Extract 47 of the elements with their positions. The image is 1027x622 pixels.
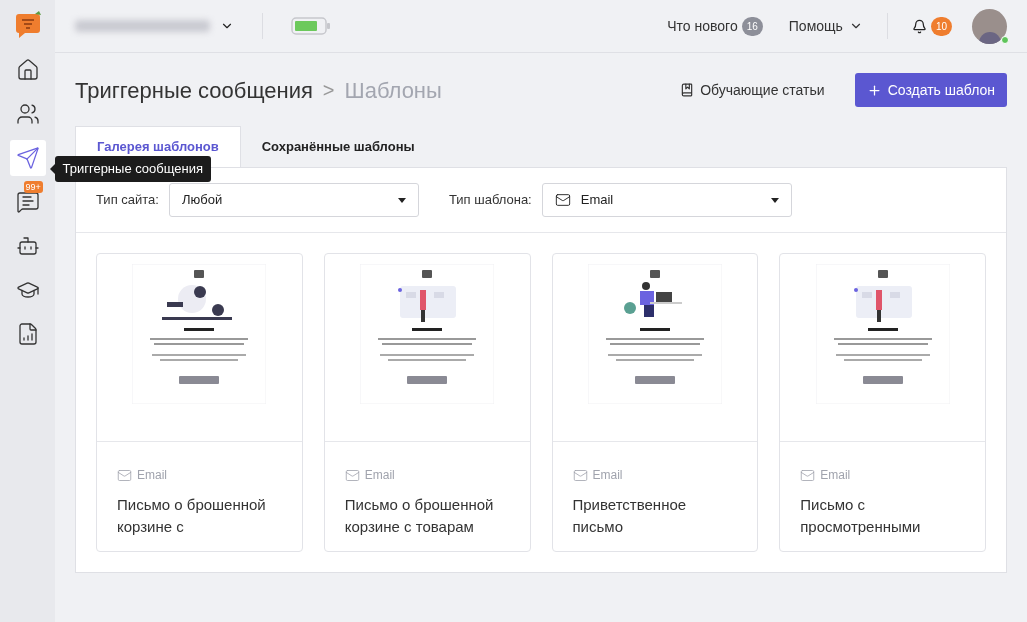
mail-icon xyxy=(800,467,816,483)
template-type: Email xyxy=(364,467,395,484)
mail-icon xyxy=(344,467,360,483)
template-card[interactable]: Email Приветственное письмо xyxy=(551,253,759,552)
articles-link[interactable]: Обучающие статьи xyxy=(680,79,825,101)
help-menu[interactable]: Помощь xyxy=(788,15,863,37)
site-switcher[interactable] xyxy=(75,19,234,33)
mail-icon xyxy=(117,467,132,483)
caret-icon xyxy=(770,197,779,203)
template-type: Email xyxy=(137,467,167,484)
count-badge: 16 xyxy=(741,16,763,36)
avatar[interactable] xyxy=(972,8,1007,44)
whats-new-link[interactable]: Что нового 16 xyxy=(667,15,763,37)
count-badge: 99+ xyxy=(23,181,43,193)
count-badge: 10 xyxy=(930,16,952,36)
breadcrumb-separator: > xyxy=(322,78,335,103)
dropdown[interactable]: Любой xyxy=(168,183,419,217)
sidebar-nav-button[interactable] xyxy=(9,140,46,176)
template-type: Email xyxy=(592,467,623,484)
home-icon xyxy=(15,58,40,82)
tab[interactable]: Сохранённые шаблоны xyxy=(240,126,436,167)
tooltip: Триггерные сообщения xyxy=(54,156,212,182)
template-title: Приветственное письмо xyxy=(572,495,688,537)
filter-label: Тип шаблона: xyxy=(448,191,532,210)
bell-icon xyxy=(911,18,927,34)
filter-label: Тип сайта: xyxy=(96,191,159,210)
battery-icon xyxy=(291,16,331,36)
template-card[interactable]: Email Письмо о брошенной корзине с товарам xyxy=(323,253,531,552)
mail-icon xyxy=(572,467,588,483)
chat-icon xyxy=(15,190,40,214)
template-title: Письмо с просмотренными xyxy=(800,495,922,537)
template-card[interactable]: Email Письмо о брошенной корзине с xyxy=(96,253,303,552)
template-title: Письмо о брошенной корзине с товарам xyxy=(344,495,495,537)
book-icon xyxy=(680,83,695,97)
template-card[interactable]: Email Письмо с просмотренными xyxy=(779,253,986,552)
users-icon xyxy=(15,102,40,126)
caret-icon xyxy=(397,197,406,203)
dropdown[interactable]: Email xyxy=(541,183,792,217)
breadcrumb-current: Шаблоны xyxy=(344,76,442,105)
paper-plane-icon xyxy=(15,146,40,170)
robot-icon xyxy=(15,234,40,258)
template-type: Email xyxy=(820,467,851,484)
create-template-button[interactable]: Создать шаблон xyxy=(854,73,1007,107)
page-title: Триггерные сообщения xyxy=(75,76,313,105)
template-title: Письмо о брошенной корзине с xyxy=(117,495,267,537)
plus-icon xyxy=(866,82,882,98)
mail-icon xyxy=(554,192,571,208)
